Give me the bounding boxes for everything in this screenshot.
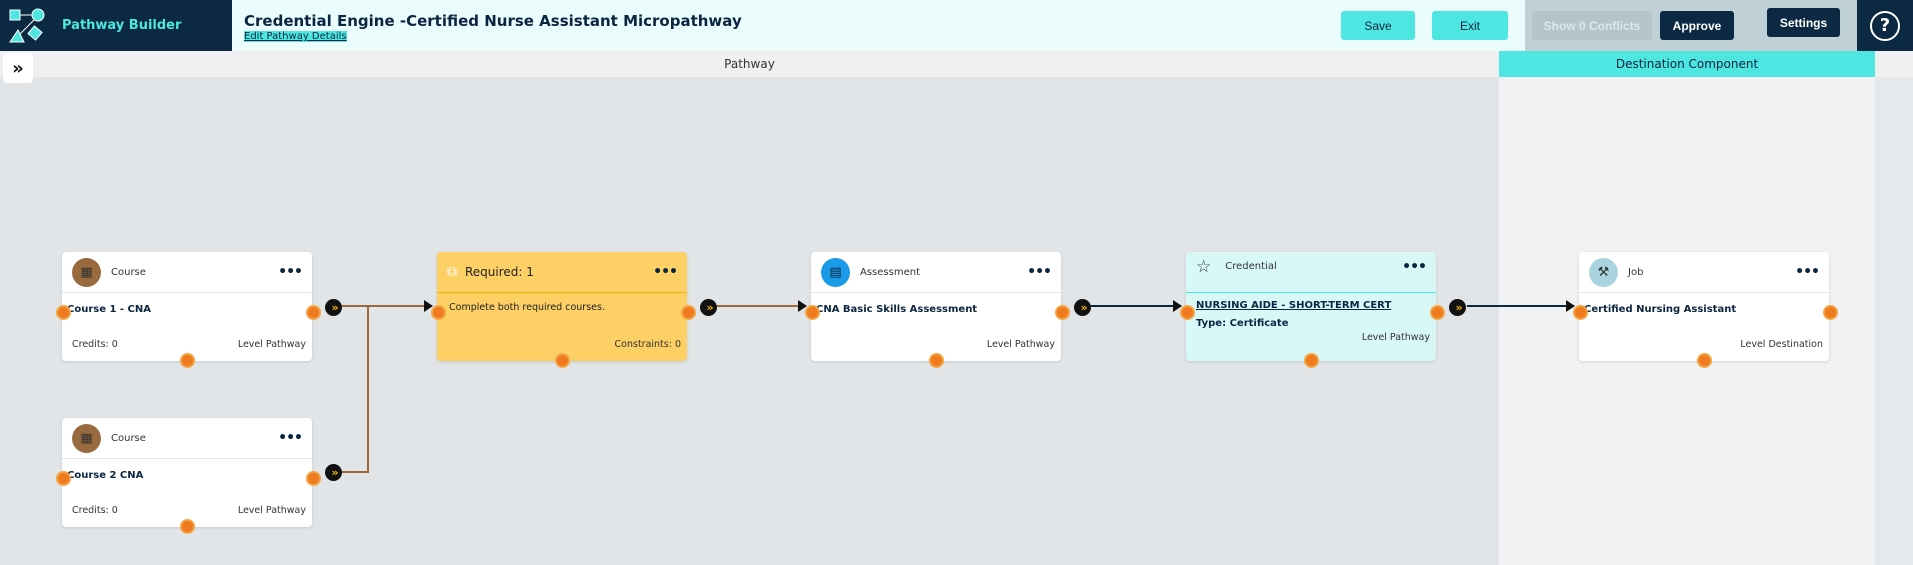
input-port[interactable] — [56, 471, 71, 486]
output-port[interactable] — [306, 305, 321, 320]
connector-chevron-icon[interactable]: » — [700, 299, 717, 316]
input-port[interactable] — [431, 305, 446, 320]
bottom-port[interactable] — [180, 353, 195, 368]
card-credits: Credits: 0 — [72, 339, 118, 350]
output-port[interactable] — [306, 471, 321, 486]
card-constraints: Constraints: 0 — [614, 339, 681, 350]
card-level: Level Pathway — [986, 339, 1055, 350]
card-name: Course 2 CNA — [67, 470, 144, 481]
card-level: Level Pathway — [237, 505, 306, 516]
course-card[interactable]: ▦ Course ••• Course 2 CNA Credits: 0 Level… — [62, 418, 312, 527]
connector-chevron-icon[interactable]: » — [1449, 299, 1466, 316]
card-title: Required: 1 — [465, 265, 534, 279]
output-port[interactable] — [1430, 305, 1445, 320]
card-type: Course — [111, 432, 146, 444]
card-type: Job — [1628, 266, 1644, 278]
output-port[interactable] — [681, 305, 696, 320]
card-type: Credential — [1225, 261, 1277, 272]
credential-name-link[interactable]: NURSING AIDE - SHORT-TERM CERT — [1196, 300, 1391, 311]
job-card[interactable]: ⚒ Job ••• Certified Nursing Assistant Leve… — [1579, 252, 1829, 361]
connector-chevron-icon[interactable]: » — [325, 299, 342, 316]
more-options-icon[interactable]: ••• — [653, 264, 678, 280]
output-port[interactable] — [1823, 305, 1838, 320]
connector-chevron-icon[interactable]: » — [325, 464, 342, 481]
more-options-icon[interactable]: ••• — [1795, 264, 1820, 280]
card-name: Certified Nursing Assistant — [1584, 304, 1737, 315]
more-options-icon[interactable]: ••• — [1402, 259, 1427, 275]
input-port[interactable] — [805, 305, 820, 320]
star-icon: ☆ — [1196, 257, 1212, 277]
assessment-card[interactable]: ▤ Assessment ••• CNA Basic Skills Assessme… — [811, 252, 1061, 361]
card-credits: Credits: 0 — [72, 505, 118, 516]
course-card[interactable]: ▦ Course ••• Course 1 - CNA Credits: 0 Lev… — [62, 252, 312, 361]
bottom-port[interactable] — [180, 519, 195, 534]
bottom-port[interactable] — [555, 353, 570, 368]
assessment-icon: ▤ — [821, 257, 850, 287]
credential-card[interactable]: ☆ Credential ••• NURSING AIDE - SHORT-TERM… — [1186, 252, 1436, 361]
required-card[interactable]: ⧉ Required: 1 ••• Complete both required c… — [437, 252, 687, 361]
card-level: Level Pathway — [237, 339, 306, 350]
card-level: Level Destination — [1740, 339, 1823, 350]
course-icon: ▦ — [72, 423, 101, 453]
card-name: CNA Basic Skills Assessment — [816, 304, 978, 315]
card-level: Level Pathway — [1361, 332, 1430, 343]
hierarchy-icon: ⧉ — [447, 264, 457, 280]
bottom-port[interactable] — [1304, 353, 1319, 368]
connection-course2-required — [342, 306, 369, 473]
card-description: Complete both required courses. — [449, 302, 605, 313]
bottom-port[interactable] — [929, 353, 944, 368]
input-port[interactable] — [1573, 305, 1588, 320]
connector-chevron-icon[interactable]: » — [1074, 299, 1091, 316]
job-icon: ⚒ — [1589, 257, 1618, 287]
input-port[interactable] — [1180, 305, 1195, 320]
credential-type: Type: Certificate — [1196, 318, 1289, 329]
more-options-icon[interactable]: ••• — [278, 430, 303, 446]
more-options-icon[interactable]: ••• — [1027, 264, 1052, 280]
card-type: Course — [111, 266, 146, 278]
output-port[interactable] — [1055, 305, 1070, 320]
card-type: Assessment — [860, 266, 920, 278]
card-name: Course 1 - CNA — [67, 304, 151, 315]
more-options-icon[interactable]: ••• — [278, 264, 303, 280]
input-port[interactable] — [56, 305, 71, 320]
bottom-port[interactable] — [1697, 353, 1712, 368]
course-icon: ▦ — [72, 257, 101, 287]
